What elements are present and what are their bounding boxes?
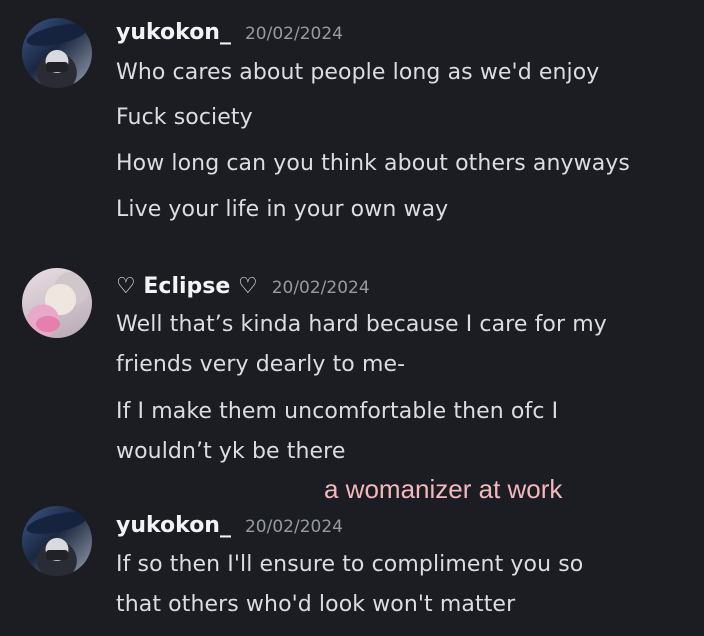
message-text: Fuck society xyxy=(116,105,253,130)
username[interactable]: yukokon_ xyxy=(116,513,231,538)
timestamp: 20/02/2024 xyxy=(244,517,343,537)
message-header: ♡ Eclipse ♡ 20/02/2024 xyxy=(116,274,370,299)
message-text: Who cares about people long as we'd enjo… xyxy=(116,60,600,85)
message-text: that others who'd look won't matter xyxy=(116,592,516,617)
message-text: Well that’s kinda hard because I care fo… xyxy=(116,312,607,337)
message-text: Live your life in your own way xyxy=(116,197,449,222)
avatar[interactable] xyxy=(22,18,92,88)
message-text: friends very dearly to me- xyxy=(116,352,406,377)
message-text: How long can you think about others anyw… xyxy=(116,151,630,176)
username[interactable]: ♡ Eclipse ♡ xyxy=(116,274,258,299)
message-text: If I make them uncomfortable then ofc I xyxy=(116,399,559,424)
username[interactable]: yukokon_ xyxy=(116,20,231,45)
caption-overlay: a womanizer at work xyxy=(324,474,563,504)
message-text: wouldn’t yk be there xyxy=(116,439,346,464)
timestamp: 20/02/2024 xyxy=(244,24,343,44)
message-header: yukokon_ 20/02/2024 xyxy=(116,513,343,538)
timestamp: 20/02/2024 xyxy=(271,278,370,298)
avatar[interactable] xyxy=(22,268,92,338)
message-text: If so then I'll ensure to compliment you… xyxy=(116,552,584,577)
message-header: yukokon_ 20/02/2024 xyxy=(116,20,343,45)
avatar[interactable] xyxy=(22,506,92,576)
